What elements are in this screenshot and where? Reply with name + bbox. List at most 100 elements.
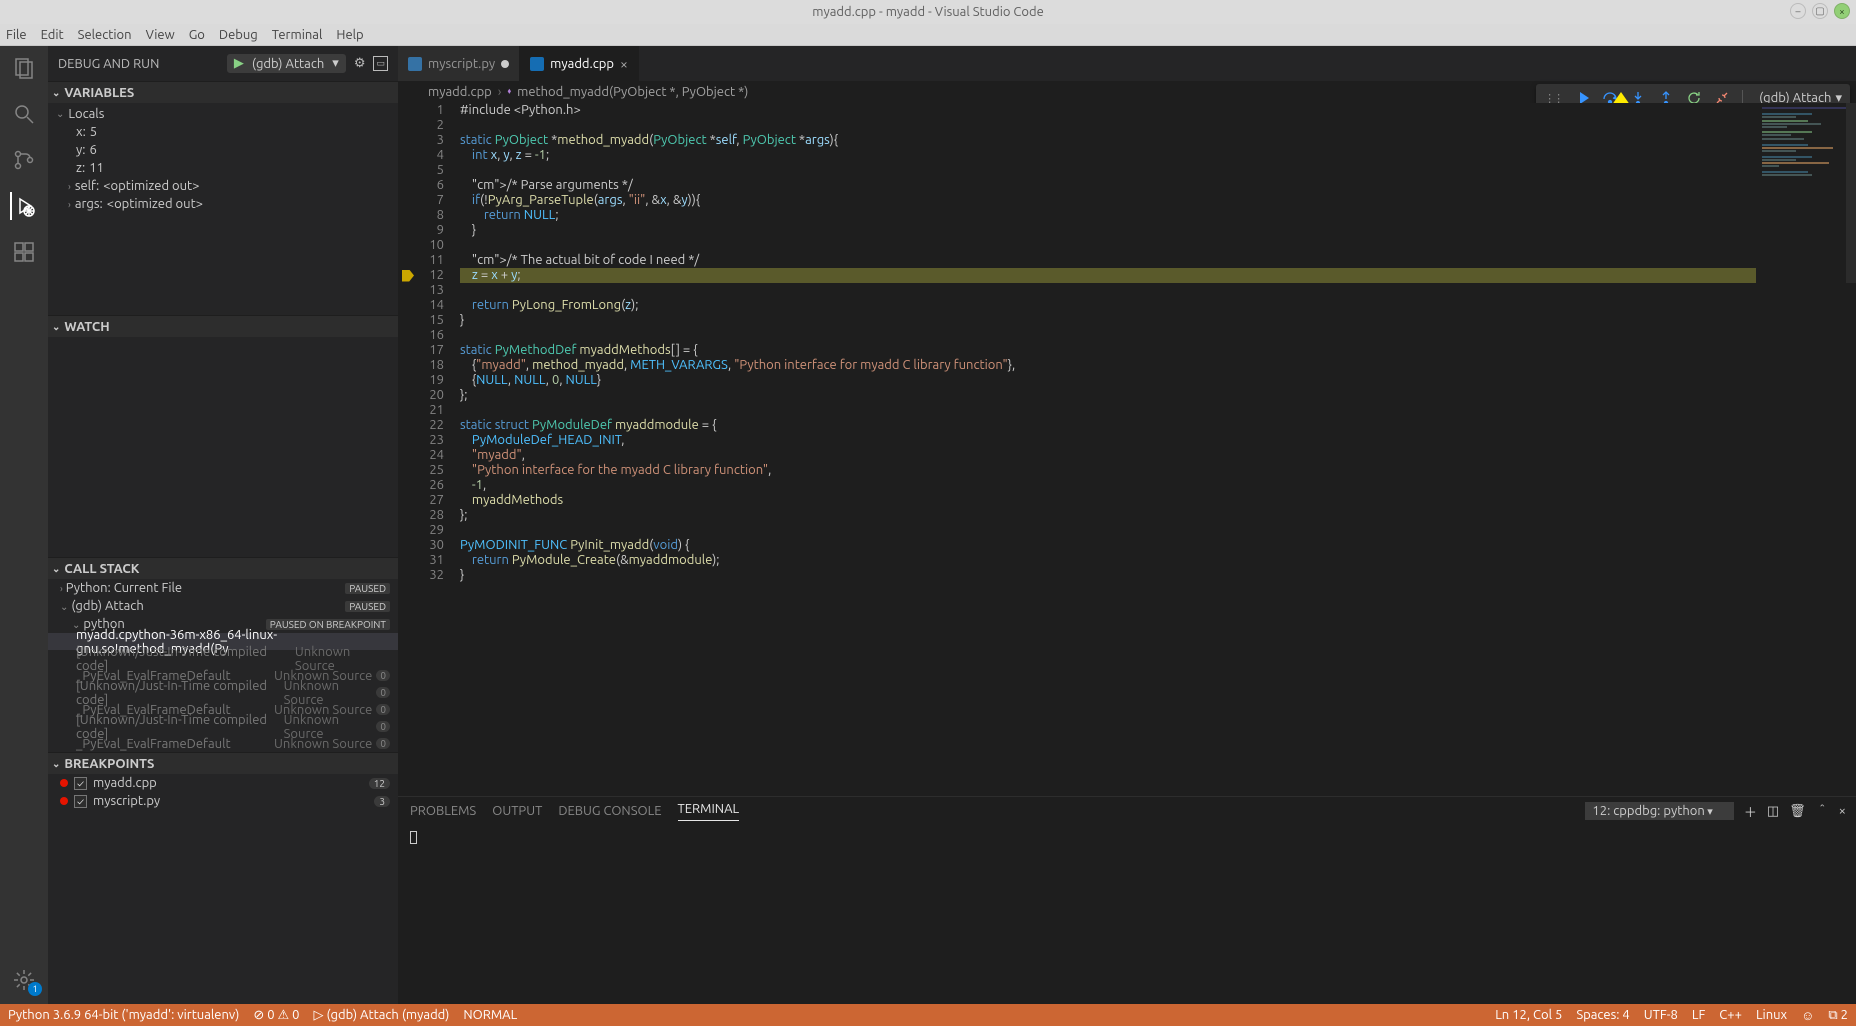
scope-locals[interactable]: ⌄ Locals — [48, 105, 398, 123]
stack-frame[interactable]: _PyEval_EvalFrameDefaultUnknown Source0 — [48, 735, 398, 752]
window-title: myadd.cpp - myadd - Visual Studio Code — [812, 5, 1044, 19]
status-encoding[interactable]: UTF-8 — [1644, 1008, 1678, 1022]
menu-debug[interactable]: Debug — [219, 28, 258, 42]
breakpoint-dot-icon — [60, 779, 68, 787]
panel-tab-problems[interactable]: PROBLEMS — [410, 804, 476, 818]
var-z[interactable]: z: 11 — [48, 159, 398, 177]
panel-tab-debugconsole[interactable]: DEBUG CONSOLE — [558, 804, 661, 818]
search-icon[interactable] — [10, 100, 38, 128]
breakpoint-dot-icon — [60, 797, 68, 805]
var-self[interactable]: › self: <optimized out> — [48, 177, 398, 195]
minimap[interactable] — [1756, 103, 1856, 796]
status-indent[interactable]: Spaces: 4 — [1576, 1008, 1629, 1022]
status-python[interactable]: Python 3.6.9 64-bit ('myadd': virtualenv… — [8, 1008, 239, 1022]
menu-file[interactable]: File — [6, 28, 27, 42]
close-tab-icon[interactable]: × — [620, 56, 628, 72]
play-icon: ▶ — [234, 56, 244, 71]
dirty-indicator-icon — [501, 60, 509, 68]
section-watch-header[interactable]: ⌄WATCH — [48, 315, 398, 337]
terminal-selector[interactable]: 12: cppdbg: python ▾ — [1585, 802, 1733, 820]
cpp-file-icon — [410, 86, 422, 98]
minimize-icon[interactable]: – — [1790, 3, 1806, 19]
status-vim-mode[interactable]: NORMAL — [463, 1008, 517, 1022]
new-terminal-icon[interactable]: ＋ — [1744, 802, 1757, 821]
variables-tree: ⌄ Locals x: 5 y: 6 z: 11 › self: <optimi… — [48, 103, 398, 215]
window-titlebar: myadd.cpp - myadd - Visual Studio Code –… — [0, 0, 1856, 24]
status-feedback-icon[interactable]: ☺ — [1801, 1008, 1814, 1023]
debug-icon[interactable] — [10, 192, 38, 220]
editor-tabs: myscript.py myadd.cpp× — [398, 46, 1856, 81]
breakpoints-body: ✓myadd.cpp12 ✓myscript.py3 — [48, 774, 398, 810]
menu-view[interactable]: View — [146, 28, 175, 42]
callstack-session-gdb[interactable]: ⌄ (gdb) AttachPAUSED — [48, 597, 398, 615]
stack-frame[interactable]: [Unknown/Just-In-Time compiled code]Unkn… — [48, 684, 398, 701]
menubar: File Edit Selection View Go Debug Termin… — [0, 24, 1856, 46]
breakpoint-item[interactable]: ✓myadd.cpp12 — [48, 774, 398, 792]
kill-terminal-icon[interactable]: 🗑 — [1789, 804, 1806, 819]
chevron-down-icon: ⌄ — [52, 758, 60, 770]
tab-myscript[interactable]: myscript.py — [398, 46, 520, 81]
status-cursor[interactable]: Ln 12, Col 5 — [1495, 1008, 1562, 1022]
statusbar: Python 3.6.9 64-bit ('myadd': virtualenv… — [0, 1004, 1856, 1026]
gear-icon[interactable]: ⚙ — [354, 56, 366, 71]
menu-edit[interactable]: Edit — [41, 28, 64, 42]
close-icon[interactable]: × — [1834, 3, 1850, 19]
section-callstack-header[interactable]: ⌄CALL STACK — [48, 557, 398, 579]
stack-frame[interactable]: [Unknown/Just-In-Time compiled code]Unkn… — [48, 718, 398, 735]
tab-myadd[interactable]: myadd.cpp× — [520, 46, 639, 81]
code-editor[interactable]: 1234567891011121314151617181920212223242… — [398, 103, 1856, 796]
debug-sidebar: DEBUG AND RUN ▶ (gdb) Attach ▾ ⚙ ▭ ⌄VARI… — [48, 46, 398, 1004]
menu-go[interactable]: Go — [189, 28, 205, 42]
menu-help[interactable]: Help — [336, 28, 363, 42]
panel: PROBLEMS OUTPUT DEBUG CONSOLE TERMINAL 1… — [398, 796, 1856, 1004]
settings-gear-icon[interactable]: 1 — [10, 966, 38, 994]
status-eol[interactable]: LF — [1692, 1008, 1705, 1022]
section-breakpoints-header[interactable]: ⌄BREAKPOINTS — [48, 752, 398, 774]
sidebar-title: DEBUG AND RUN — [58, 57, 159, 71]
breakpoint-checkbox[interactable]: ✓ — [74, 795, 87, 808]
launch-config-label: (gdb) Attach — [252, 57, 324, 71]
chevron-down-icon: ▾ — [332, 56, 339, 71]
editor-area: ⋮⋮ (gdb) Attach▾ myscript.py myadd.cpp× … — [398, 46, 1856, 1004]
breakpoint-item[interactable]: ✓myscript.py3 — [48, 792, 398, 810]
settings-badge: 1 — [28, 982, 42, 996]
status-problems[interactable]: ⊘ 0 ⚠ 0 — [253, 1008, 299, 1023]
status-debug[interactable]: ▷ (gdb) Attach (myadd) — [313, 1008, 449, 1023]
source-control-icon[interactable] — [10, 146, 38, 174]
activitybar: 1 — [0, 46, 48, 1004]
chevron-down-icon: ⌄ — [52, 563, 60, 575]
chevron-down-icon: ⌄ — [52, 321, 60, 333]
explorer-icon[interactable] — [10, 54, 38, 82]
breakpoint-checkbox[interactable]: ✓ — [74, 777, 87, 790]
debug-console-icon[interactable]: ▭ — [373, 56, 388, 71]
chevron-down-icon: ⌄ — [52, 87, 60, 99]
panel-tab-terminal[interactable]: TERMINAL — [678, 802, 740, 821]
cpp-file-icon — [530, 57, 544, 71]
section-variables-header[interactable]: ⌄VARIABLES — [48, 81, 398, 103]
method-icon: ⬪ — [507, 84, 511, 99]
extensions-icon[interactable] — [10, 238, 38, 266]
maximize-panel-icon[interactable]: ＾ — [1816, 802, 1829, 821]
close-panel-icon[interactable]: × — [1839, 804, 1846, 818]
var-x[interactable]: x: 5 — [48, 123, 398, 141]
terminal-body[interactable] — [398, 825, 1856, 1004]
watch-body — [48, 337, 398, 557]
status-os[interactable]: Linux — [1756, 1008, 1787, 1022]
python-file-icon — [408, 57, 422, 71]
callstack-body: › Python: Current FilePAUSED ⌄ (gdb) Att… — [48, 579, 398, 752]
breadcrumb-file[interactable]: myadd.cpp — [428, 85, 492, 99]
status-notifications[interactable]: ⧉ 2 — [1828, 1008, 1848, 1023]
panel-tab-output[interactable]: OUTPUT — [492, 804, 542, 818]
menu-terminal[interactable]: Terminal — [272, 28, 323, 42]
maximize-icon[interactable]: ▢ — [1812, 3, 1828, 19]
launch-config-select[interactable]: ▶ (gdb) Attach ▾ — [227, 54, 346, 73]
breadcrumb-symbol[interactable]: method_myadd(PyObject *, PyObject *) — [517, 85, 748, 99]
stack-frame[interactable]: [Unknown/Just-In-Time compiled code]Unkn… — [48, 650, 398, 667]
var-y[interactable]: y: 6 — [48, 141, 398, 159]
split-terminal-icon[interactable]: ◫ — [1767, 804, 1779, 819]
var-args[interactable]: › args: <optimized out> — [48, 195, 398, 213]
terminal-cursor — [410, 831, 417, 844]
callstack-session-python[interactable]: › Python: Current FilePAUSED — [48, 579, 398, 597]
menu-selection[interactable]: Selection — [78, 28, 132, 42]
status-language[interactable]: C++ — [1719, 1008, 1742, 1022]
